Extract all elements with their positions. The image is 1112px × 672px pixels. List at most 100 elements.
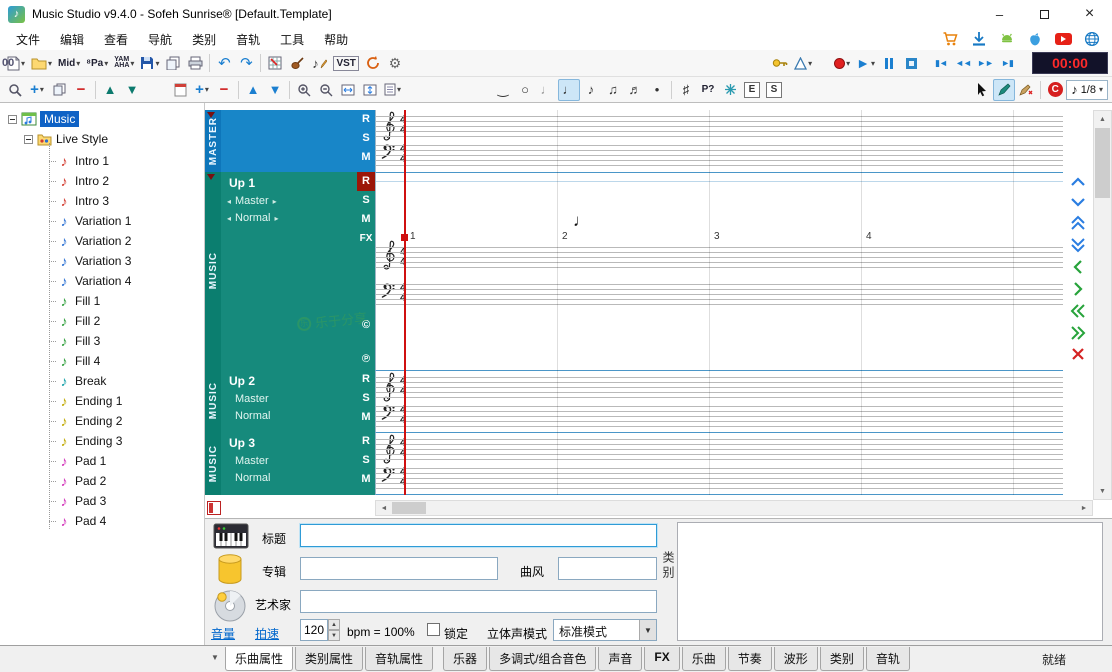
tree-item[interactable]: ♪ Pad 3 — [0, 491, 204, 511]
zoom-in-button[interactable] — [293, 79, 315, 101]
tree-item[interactable]: ♪ Ending 3 — [0, 431, 204, 451]
track-mode-selector[interactable]: Normal — [221, 405, 357, 422]
beamed-sixteenth-button[interactable]: ♬ — [624, 79, 646, 101]
track-name[interactable]: Up 1 — [221, 172, 357, 190]
tree-group-live-style[interactable]: Live Style — [56, 132, 108, 146]
track-source-selector[interactable]: Master — [221, 388, 357, 405]
tree-item[interactable]: ♪ Fill 2 — [0, 311, 204, 331]
lock-checkbox[interactable] — [427, 623, 440, 636]
track-solo-toggle[interactable]: S — [357, 451, 375, 470]
scroll-left-button[interactable]: ◄ — [376, 501, 392, 515]
menu-file[interactable]: 文件 — [6, 29, 50, 50]
tree-item[interactable]: ♪ Fill 4 — [0, 351, 204, 371]
maximize-button[interactable] — [1022, 0, 1067, 28]
category-notes-box[interactable] — [677, 522, 1103, 641]
menu-view[interactable]: 查看 — [94, 29, 138, 50]
menu-navigate[interactable]: 导航 — [138, 29, 182, 50]
tempo-link[interactable]: 拍速 — [255, 625, 279, 642]
master-strip[interactable]: MASTER — [205, 110, 221, 172]
bottom-tab[interactable]: 节奏 — [728, 647, 772, 671]
edit-s-button[interactable]: S — [763, 79, 785, 101]
tree-item[interactable]: ♪ Variation 2 — [0, 231, 204, 251]
music-strip[interactable]: MUSIC — [205, 370, 221, 432]
view-mode-button[interactable]: ▾ — [381, 79, 404, 101]
tab-list-dropdown[interactable]: ▼ — [205, 647, 225, 667]
track-source-selector[interactable]: ◂Master▸ — [221, 190, 357, 207]
track-fx-button[interactable]: FX — [357, 229, 375, 248]
bottom-tab[interactable]: 类别属性 — [295, 647, 363, 671]
tree-item[interactable]: ♪ Pad 4 — [0, 511, 204, 531]
volume-link[interactable]: 音量 — [211, 625, 235, 642]
tree-collapse-root[interactable] — [8, 115, 17, 124]
track-up1-staff[interactable]: 1 2 3 4 ♩ 44 44 — [375, 172, 1063, 370]
zoom-out-button[interactable] — [315, 79, 337, 101]
split-view-button[interactable] — [169, 79, 191, 101]
move-down-button[interactable]: ▼ — [121, 79, 143, 101]
track-solo-toggle[interactable]: S — [357, 389, 375, 408]
bottom-tab[interactable]: 声音 — [598, 647, 642, 671]
copy-category-button[interactable] — [48, 79, 70, 101]
tree-item[interactable]: ♪ Pad 1 — [0, 451, 204, 471]
tree-item[interactable]: ♪ Fill 3 — [0, 331, 204, 351]
tree-item[interactable]: ♪ Ending 2 — [0, 411, 204, 431]
eighth-note-button[interactable]: ♪ — [580, 79, 602, 101]
genre-input[interactable] — [558, 557, 657, 580]
tree-item[interactable]: ♪ Variation 3 — [0, 251, 204, 271]
nudge-right-fast-button[interactable] — [1070, 325, 1086, 341]
close-button[interactable]: × — [1067, 0, 1112, 28]
tree-item[interactable]: ♪ Ending 1 — [0, 391, 204, 411]
freeze-button[interactable] — [719, 79, 741, 101]
dotted-note-button[interactable]: • — [646, 79, 668, 101]
music-strip[interactable]: MUSIC — [205, 172, 221, 370]
track-mute-toggle[interactable]: M — [357, 408, 375, 427]
horizontal-scrollbar[interactable]: ◄ ► — [375, 500, 1093, 516]
track-name[interactable]: Up 3 — [221, 432, 357, 450]
move-up-button[interactable]: ▲ — [99, 79, 121, 101]
track-solo-toggle[interactable]: S — [357, 191, 375, 210]
track-name[interactable]: Up 2 — [221, 370, 357, 388]
master-staff[interactable]: 44 44 — [375, 110, 1063, 172]
nudge-down-button[interactable] — [1070, 195, 1086, 209]
nudge-up-button[interactable] — [1070, 175, 1086, 189]
track-record-toggle[interactable]: R — [357, 432, 375, 451]
master-solo-toggle[interactable]: S — [357, 129, 375, 148]
artist-input[interactable] — [300, 590, 657, 613]
fit-height-button[interactable] — [359, 79, 381, 101]
bottom-tab[interactable]: 乐器 — [443, 647, 487, 671]
bottom-tab[interactable]: 类别 — [820, 647, 864, 671]
nudge-up-fast-button[interactable] — [1070, 215, 1086, 231]
scroll-down-button[interactable]: ▼ — [1094, 483, 1111, 499]
splitter-button[interactable] — [207, 501, 221, 515]
tree-item[interactable]: ♪ Intro 3 — [0, 191, 204, 211]
track-record-toggle[interactable]: R — [357, 370, 375, 389]
search-icon[interactable] — [4, 79, 26, 101]
quantize-question-button[interactable]: P? — [697, 79, 719, 101]
fit-width-button[interactable] — [337, 79, 359, 101]
tie-button[interactable]: ‿ — [492, 79, 514, 101]
erase-tool-button[interactable] — [1015, 79, 1037, 101]
nudge-right-button[interactable] — [1071, 281, 1085, 297]
master-record-toggle[interactable]: R — [357, 110, 375, 129]
bottom-tab[interactable]: 乐曲属性 — [225, 647, 293, 671]
tree-item[interactable]: ♪ Pad 2 — [0, 471, 204, 491]
phonogram-icon[interactable]: ℗ — [357, 350, 375, 369]
bottom-tab[interactable]: 多调式/组合音色 — [489, 647, 596, 671]
nudge-down-fast-button[interactable] — [1070, 237, 1086, 253]
scroll-up-button[interactable]: ▲ — [1094, 111, 1111, 127]
tree-item[interactable]: ♪ Intro 1 — [0, 151, 204, 171]
beamed-eighth-button[interactable]: ♫ — [602, 79, 624, 101]
music-strip[interactable]: MUSIC — [205, 432, 221, 495]
select-cursor-button[interactable] — [971, 79, 993, 101]
sharp-button[interactable]: ♯ — [675, 79, 697, 101]
quarter-note-button[interactable]: ♩ — [558, 79, 580, 101]
copyright-icon[interactable]: © — [357, 316, 375, 335]
tree-collapse-group[interactable] — [24, 135, 33, 144]
menu-edit[interactable]: 编辑 — [50, 29, 94, 50]
add-track-button[interactable]: +▾ — [191, 79, 213, 101]
remove-track-button[interactable]: − — [213, 79, 235, 101]
minimize-button[interactable]: – — [977, 0, 1022, 28]
tempo-input[interactable] — [300, 619, 328, 641]
album-input[interactable] — [300, 557, 498, 580]
track-up-button[interactable]: ▲ — [242, 79, 264, 101]
edit-e-button[interactable]: E — [741, 79, 763, 101]
